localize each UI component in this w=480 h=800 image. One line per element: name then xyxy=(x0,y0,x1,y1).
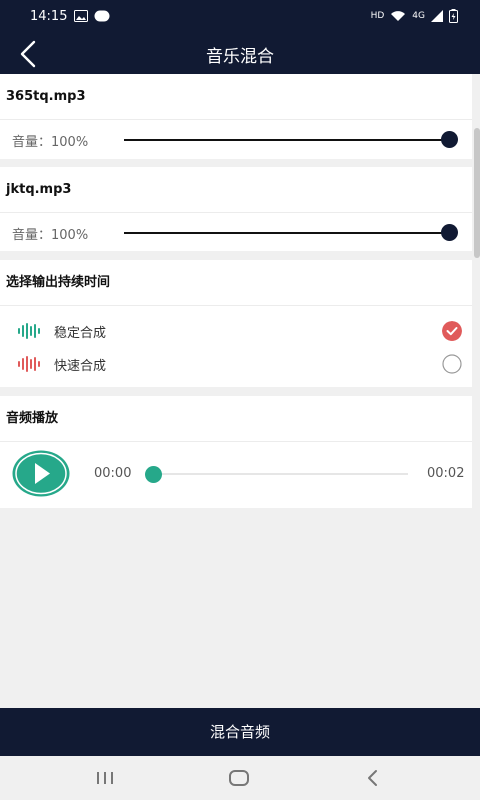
volume-slider-thumb[interactable] xyxy=(441,224,458,241)
player-card: 音频播放 00:00 00:02 xyxy=(0,396,472,508)
progress-track[interactable] xyxy=(150,473,408,475)
status-bar: 14:15 HD 4G xyxy=(0,0,480,34)
option-fast[interactable]: 快速合成 xyxy=(0,349,472,379)
option-label: 快速合成 xyxy=(54,359,107,374)
home-icon[interactable] xyxy=(228,768,250,788)
sound-wave-icon xyxy=(18,323,40,339)
scrollbar[interactable] xyxy=(474,128,480,258)
sound-wave-icon xyxy=(18,356,40,372)
volume-row: 音量：100% xyxy=(0,213,472,251)
app-bar: 音乐混合 xyxy=(0,34,480,74)
image-notification-icon xyxy=(74,10,88,22)
current-time: 00:00 xyxy=(94,466,132,481)
volume-label: 音量：100% xyxy=(12,135,89,150)
wifi-icon xyxy=(391,11,406,21)
track-name: 365tq.mp3 xyxy=(0,74,472,120)
volume-row: 音量：100% xyxy=(0,120,472,158)
recent-apps-icon[interactable] xyxy=(94,768,116,788)
duration-card: 选择输出持续时间 稳定合成 快速合成 xyxy=(0,260,472,387)
play-icon[interactable] xyxy=(12,450,70,497)
network-indicator: 4G xyxy=(412,11,425,21)
volume-slider-track[interactable] xyxy=(124,232,450,234)
progress-thumb[interactable] xyxy=(145,466,162,483)
mix-audio-button[interactable]: 混合音频 xyxy=(0,708,480,756)
radio-unchecked-icon[interactable] xyxy=(442,354,462,374)
track-card-1: 365tq.mp3 音量：100% xyxy=(0,74,472,159)
volume-label: 音量：100% xyxy=(12,228,89,243)
option-label: 稳定合成 xyxy=(54,326,107,341)
volume-slider-thumb[interactable] xyxy=(441,131,458,148)
hd-indicator: HD xyxy=(370,11,385,21)
track-card-2: jktq.mp3 音量：100% xyxy=(0,167,472,251)
total-time: 00:02 xyxy=(427,466,465,481)
section-title: 音频播放 xyxy=(0,396,472,442)
section-title: 选择输出持续时间 xyxy=(0,260,472,306)
player-row: 00:00 00:02 xyxy=(0,442,472,508)
system-nav-bar xyxy=(0,756,480,800)
track-name: jktq.mp3 xyxy=(0,167,472,213)
option-stable[interactable]: 稳定合成 xyxy=(0,316,472,346)
chat-notification-icon xyxy=(94,10,110,22)
radio-checked-icon[interactable] xyxy=(442,321,462,341)
signal-icon xyxy=(431,10,443,22)
battery-icon xyxy=(449,9,458,23)
volume-slider-track[interactable] xyxy=(124,139,450,141)
status-time: 14:15 xyxy=(30,9,68,24)
page-title: 音乐混合 xyxy=(206,47,274,67)
back-nav-icon[interactable] xyxy=(362,768,384,788)
